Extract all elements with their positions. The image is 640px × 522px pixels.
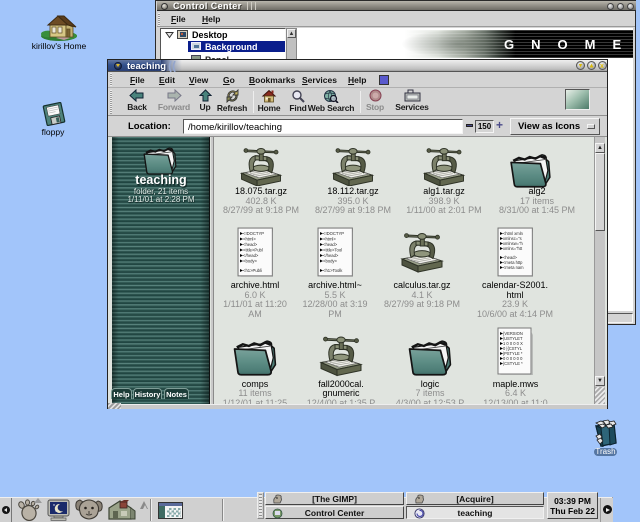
- svg-text:<meta nam: <meta nam: [503, 265, 524, 270]
- svg-text:<head>: <head>: [243, 242, 258, 247]
- svg-text:<!DOCTYP: <!DOCTYP: [243, 231, 264, 236]
- svg-text:<h1>Publi: <h1>Publi: [243, 268, 262, 273]
- svg-text:<body>: <body>: [243, 259, 258, 264]
- svg-text:xmlns="htt: xmlns="htt: [503, 246, 523, 251]
- svg-text:<!DOCTYP: <!DOCTYP: [323, 231, 344, 236]
- svg-text:|CSTYLE *: |CSTYLE *: [503, 361, 523, 366]
- svg-text:<h1>Toolk: <h1>Toolk: [323, 268, 343, 273]
- svg-text:<title>Tool: <title>Tool: [323, 248, 342, 253]
- svg-text:<html>: <html>: [323, 237, 336, 242]
- svg-text:</head>: </head>: [323, 253, 339, 258]
- svg-text:<title>Publ: <title>Publ: [243, 248, 263, 253]
- svg-text:</head>: </head>: [243, 253, 259, 258]
- svg-text:<body>: <body>: [323, 259, 338, 264]
- svg-text:<head>: <head>: [323, 242, 338, 247]
- svg-text:<html>: <html>: [243, 237, 256, 242]
